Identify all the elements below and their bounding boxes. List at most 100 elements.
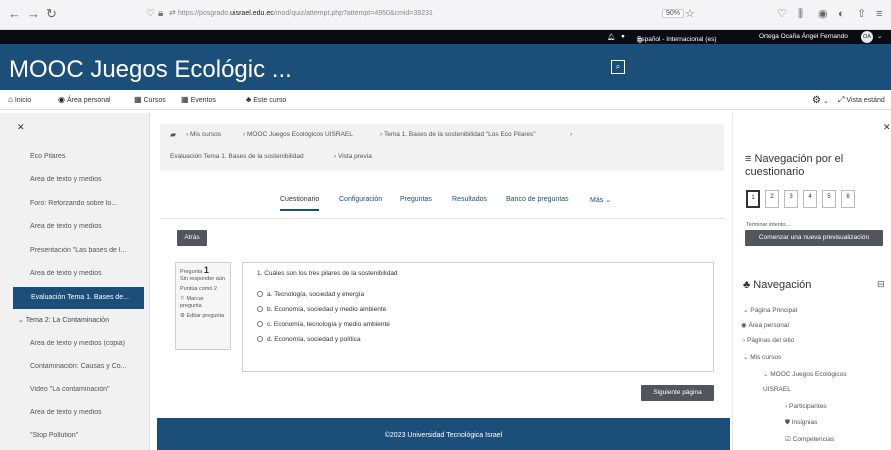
bookmark-star-icon[interactable]: ☆ bbox=[685, 8, 695, 20]
breadcrumb-item[interactable]: › MOOC Juegos Ecológicos UISRAEL bbox=[243, 131, 353, 138]
nav-link[interactable]: ⌄ MOOC Juegos Ecológicos bbox=[763, 370, 847, 378]
reload-icon[interactable]: ↻ bbox=[46, 7, 57, 21]
course-section-toggle[interactable]: ⌄ Tema 2: La Contaminación bbox=[18, 316, 130, 324]
quiz-page-button[interactable]: 2 bbox=[765, 190, 779, 208]
lock-icon[interactable]: 🔒︎ bbox=[158, 8, 163, 19]
main-navbar: ⌂ Inicio ◉ Área personal ▦ Cursos ▦ Eventos … bbox=[0, 90, 891, 110]
answer-option[interactable]: c. Economía, tecnología y medio ambiente bbox=[257, 321, 390, 328]
radio-button[interactable] bbox=[257, 291, 263, 297]
nav-courses[interactable]: ▦ Cursos bbox=[134, 95, 166, 104]
tab-settings[interactable]: Configuración bbox=[339, 196, 382, 203]
tab-results[interactable]: Resultados bbox=[452, 196, 487, 203]
quiz-page-button[interactable]: 6 bbox=[841, 190, 855, 208]
avatar[interactable]: OA bbox=[861, 31, 873, 43]
nav-this-course[interactable]: ♣ Este curso bbox=[246, 95, 286, 104]
nav-link[interactable]: ☑ Competencias bbox=[785, 435, 834, 443]
radio-button[interactable] bbox=[257, 306, 263, 312]
finish-attempt-link[interactable]: Terminar intento... bbox=[746, 222, 790, 228]
collapse-block-icon[interactable]: ⊟ bbox=[877, 279, 885, 290]
course-index-item[interactable]: Área de texto y medios bbox=[30, 176, 142, 183]
nav-events[interactable]: ▦ Eventos bbox=[181, 95, 216, 104]
address-bar[interactable]: ♡ 🔒︎ ⇄ https://posgrado.uisrael.edu.ec/m… bbox=[140, 6, 700, 24]
course-index-item[interactable]: Foro: Reforzando sobre lo... bbox=[30, 200, 142, 207]
user-name[interactable]: Ortega Ocaña Ángel Fernando bbox=[759, 33, 848, 40]
share-icon[interactable]: ⇧ bbox=[857, 8, 866, 20]
back-arrow-icon[interactable]: ← bbox=[8, 7, 21, 21]
permissions-icon[interactable]: ⇄ bbox=[169, 8, 176, 17]
nav-link[interactable]: ⌄ Mis cursos bbox=[743, 353, 781, 361]
language-menu[interactable]: ◍ Español - Internacional (es) ⌄ bbox=[637, 33, 717, 44]
course-index-item[interactable]: Video "La contaminación" bbox=[30, 386, 142, 393]
chat-icon[interactable]: ● bbox=[621, 33, 625, 40]
zoom-level[interactable]: 90% bbox=[662, 9, 685, 18]
answer-option[interactable]: d. Economía, sociedad y política bbox=[257, 336, 361, 343]
new-preview-button[interactable]: Comenzar una nueva previsualización bbox=[745, 230, 883, 246]
question-content: 1. Cuáles son los tres pilares de la sos… bbox=[242, 262, 714, 372]
tab-question-bank[interactable]: Banco de preguntas bbox=[506, 196, 569, 203]
account-icon[interactable]: ◉ bbox=[818, 8, 828, 20]
site-header: MOOC Juegos Ecológic ... ⌕ bbox=[0, 44, 891, 90]
question-score: Puntúa como 2 bbox=[180, 286, 217, 292]
nav-home[interactable]: ⌂ Inicio bbox=[8, 95, 31, 104]
radio-button[interactable] bbox=[257, 336, 263, 342]
chevron-down-icon[interactable]: ⌄ bbox=[877, 32, 882, 40]
flag-question[interactable]: ⚐ Marcar pregunta bbox=[180, 296, 226, 310]
browser-toolbar: ← → ↻ ♡ 🔒︎ ⇄ https://posgrado.uisrael.ed… bbox=[0, 0, 891, 30]
close-icon[interactable]: ✕ bbox=[17, 122, 25, 133]
standard-view-toggle[interactable]: ⤢ Vista estánd bbox=[838, 95, 885, 105]
url-text[interactable]: https://posgrado.uisrael.edu.ec/mod/quiz… bbox=[178, 10, 433, 17]
quiz-page-button[interactable]: 4 bbox=[803, 190, 817, 208]
menu-icon[interactable]: ≡ bbox=[876, 8, 882, 20]
nav-link[interactable]: ⌄ Página Principal bbox=[743, 306, 797, 314]
course-index-item-active[interactable]: Evaluación Tema 1. Bases de... bbox=[13, 287, 144, 309]
course-index-item[interactable]: Área de texto y medios bbox=[30, 223, 142, 230]
gear-menu[interactable]: ⚙ ⌄ bbox=[812, 95, 829, 106]
breadcrumb: ▰ › Mis cursos › MOOC Juegos Ecológicos … bbox=[160, 124, 724, 171]
course-index-drawer: ✕ Eco Pilares Área de texto y medios For… bbox=[0, 113, 150, 450]
question-info: Pregunta 1 Sin responder aún Puntúa como… bbox=[175, 262, 231, 350]
breadcrumb-item[interactable]: Evaluación Tema 1. Bases de la sostenibi… bbox=[170, 153, 304, 160]
quiz-page-button[interactable]: 3 bbox=[784, 190, 798, 208]
search-icon[interactable]: ⌕ bbox=[611, 60, 625, 74]
tab-quiz[interactable]: Cuestionario bbox=[280, 196, 320, 211]
checkbox-icon: ☑ bbox=[785, 436, 791, 443]
course-title[interactable]: MOOC Juegos Ecológic ... bbox=[9, 56, 292, 84]
forward-arrow-icon[interactable]: → bbox=[27, 7, 40, 21]
course-index-item[interactable]: Presentación "Las bases de l... bbox=[30, 247, 142, 254]
course-index-item[interactable]: Eco Pilares bbox=[30, 153, 142, 160]
extension-icon[interactable]: ◐ bbox=[838, 8, 845, 20]
quiz-page-button[interactable]: 5 bbox=[822, 190, 836, 208]
nav-link[interactable]: UISRAEL bbox=[763, 386, 791, 393]
pocket-icon[interactable]: ♡ bbox=[777, 8, 787, 20]
breadcrumb-item[interactable]: › Tema 1. Bases de la sostenibilidad "Lo… bbox=[380, 131, 536, 138]
breadcrumb-item[interactable]: › Mis cursos bbox=[186, 131, 221, 138]
tab-more[interactable]: Más ⌄ bbox=[590, 196, 611, 204]
courses-icon: ▦ bbox=[134, 95, 142, 104]
answer-option[interactable]: b. Economía, sociedad y medio ambiente bbox=[257, 306, 386, 313]
bell-icon[interactable]: 🔔︎ bbox=[607, 33, 615, 41]
nav-link[interactable]: › Participantes bbox=[785, 403, 827, 410]
answer-option[interactable]: a. Tecnología, sociedad y energía bbox=[257, 291, 364, 298]
nav-dashboard[interactable]: ◉ Área personal bbox=[58, 95, 111, 104]
course-index-item[interactable]: Área de texto y medios (copia) bbox=[30, 340, 142, 347]
nav-link[interactable]: ⛊ Insignias bbox=[785, 419, 817, 427]
course-index-item[interactable]: Área de texto y medios bbox=[30, 270, 142, 277]
course-index-item[interactable]: Contaminación: Causas y Co... bbox=[30, 363, 142, 370]
next-page-button[interactable]: Siguiente página bbox=[641, 385, 714, 401]
tab-questions[interactable]: Preguntas bbox=[400, 196, 432, 203]
nav-link[interactable]: ◉ Área personal bbox=[741, 321, 789, 329]
quiz-page-button[interactable]: 1 bbox=[746, 190, 760, 208]
breadcrumb-separator: › bbox=[570, 131, 573, 138]
breadcrumb-item-current: › Vista previa bbox=[334, 153, 372, 160]
shield-icon[interactable]: ♡ bbox=[146, 8, 155, 19]
radio-button[interactable] bbox=[257, 321, 263, 327]
back-button[interactable]: Atrás bbox=[177, 230, 207, 246]
library-icon[interactable]: ⫼ bbox=[798, 8, 803, 20]
close-icon[interactable]: ✕ bbox=[883, 122, 891, 133]
course-index-item[interactable]: "Stop Pollution" bbox=[30, 432, 142, 439]
shield-icon: ⛊ bbox=[785, 419, 790, 426]
nav-link[interactable]: › Páginas del sitio bbox=[743, 337, 794, 344]
course-index-item[interactable]: Área de texto y medios bbox=[30, 409, 142, 416]
edit-question[interactable]: ⚙ Editar pregunta bbox=[180, 313, 226, 320]
expand-icon: ⤢ bbox=[838, 95, 845, 104]
